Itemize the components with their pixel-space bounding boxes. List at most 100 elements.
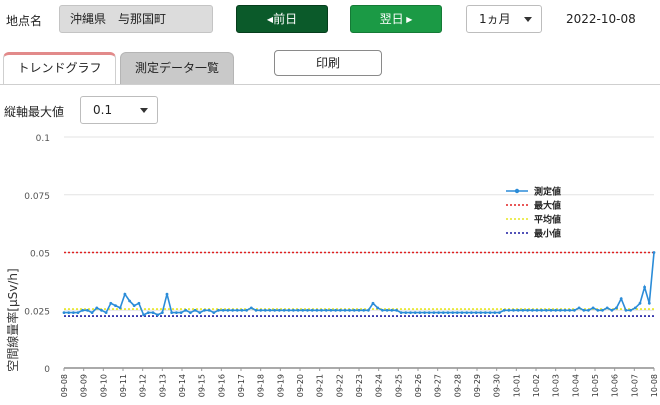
x-tick-label: 09-16 <box>217 374 226 397</box>
measured-point <box>301 308 305 312</box>
x-tick-label: 09-08 <box>60 374 69 397</box>
x-tick-label: 10-03 <box>552 374 561 397</box>
measured-point <box>165 292 169 296</box>
measured-point <box>484 311 487 314</box>
measured-point <box>409 311 412 314</box>
measured-point <box>100 308 103 312</box>
y-tick-label: 0 <box>44 365 50 375</box>
measured-point <box>221 308 225 312</box>
measured-point <box>132 304 136 307</box>
measured-point <box>352 308 356 312</box>
x-tick-label: 09-21 <box>316 374 325 397</box>
x-tick-label: 09-25 <box>394 374 403 397</box>
measured-point <box>558 308 562 312</box>
next-day-button[interactable]: 翌日 ▶ <box>350 5 442 33</box>
measured-point <box>137 301 141 305</box>
measured-point <box>395 308 398 312</box>
measured-point <box>446 311 450 314</box>
measured-point <box>460 311 464 314</box>
measured-point <box>259 308 263 312</box>
x-tick-label: 10-08 <box>650 374 659 397</box>
legend-label: 平均値 <box>534 214 561 226</box>
measured-point <box>184 308 188 312</box>
measured-series <box>62 251 656 317</box>
measured-point <box>465 311 469 314</box>
measured-point <box>263 308 267 312</box>
measured-point <box>114 304 117 307</box>
measured-point <box>334 308 337 312</box>
measured-point <box>67 311 71 314</box>
x-tick-label: 09-10 <box>99 374 108 397</box>
measured-point <box>90 311 94 314</box>
measured-point <box>76 311 80 314</box>
x-tick-label: 09-15 <box>198 374 207 397</box>
measured-point <box>633 306 637 310</box>
measured-point <box>526 308 529 312</box>
measured-point <box>493 311 497 314</box>
location-label: 地点名 <box>6 14 43 28</box>
measured-point <box>287 308 291 312</box>
measured-point <box>390 308 394 312</box>
y-max-select[interactable]: 0.1 <box>80 96 158 124</box>
legend-label: 最大値 <box>534 200 561 212</box>
prev-day-button[interactable]: ◀前日 <box>236 5 328 33</box>
measured-point <box>249 306 253 310</box>
tab-trend-graph[interactable]: トレンドグラフ <box>3 52 116 84</box>
measured-point <box>193 308 197 312</box>
chevron-down-icon <box>140 108 148 113</box>
measured-point <box>530 308 534 312</box>
x-tick-label: 09-11 <box>119 374 128 397</box>
x-tick-label: 09-20 <box>296 374 305 397</box>
measured-point <box>273 308 277 312</box>
measured-point <box>423 311 426 314</box>
measured-point <box>123 292 127 296</box>
x-tick-labels: 09-08 09-09 09-10 09-11 09-12 09-13 09-14 09-15… <box>60 368 659 397</box>
period-select[interactable]: 1ヵ月 <box>466 5 542 33</box>
y-axis-title: 空間線量率[μSv/h] <box>5 268 20 371</box>
measured-point <box>189 311 192 314</box>
x-tick-label: 10-01 <box>512 374 521 397</box>
measured-point <box>432 311 436 314</box>
measured-point <box>324 308 328 312</box>
measured-point <box>488 311 492 314</box>
y-max-value: 0.1 <box>93 103 113 117</box>
measured-point <box>156 313 160 317</box>
measured-point <box>278 308 281 312</box>
measured-point <box>226 308 230 312</box>
measured-point <box>544 308 548 312</box>
x-tick-label: 09-27 <box>434 374 443 397</box>
y-tick-label: 0.1 <box>36 134 50 144</box>
x-tick-label: 09-29 <box>473 374 482 397</box>
measured-point <box>282 308 286 312</box>
measured-point <box>577 306 581 310</box>
tab-bar-divider <box>0 84 660 85</box>
location-field: 沖縄県 与那国町 <box>59 5 213 33</box>
print-button[interactable]: 印刷 <box>274 50 382 76</box>
measured-point <box>615 306 618 310</box>
measured-point <box>146 311 150 314</box>
measured-point <box>240 308 244 312</box>
measured-point <box>235 308 239 312</box>
measured-point <box>179 311 183 314</box>
measured-point <box>587 308 590 312</box>
measured-point <box>72 311 75 314</box>
measured-point <box>437 311 440 314</box>
caret-right-icon: ▶ <box>403 15 413 24</box>
measured-point <box>563 308 567 312</box>
y-tick-label: 0.025 <box>24 307 50 317</box>
measured-point <box>451 311 455 314</box>
measured-point <box>109 301 113 305</box>
measured-point <box>629 308 632 312</box>
tab-data-list[interactable]: 測定データ一覧 <box>120 52 234 84</box>
x-tick-label: 09-22 <box>335 374 344 397</box>
measured-point <box>95 306 99 310</box>
measured-point <box>638 301 642 305</box>
measured-point <box>521 308 525 312</box>
measured-point <box>104 311 108 314</box>
legend-label: 最小値 <box>534 228 561 240</box>
measured-point <box>362 308 366 312</box>
measured-point <box>86 308 89 312</box>
measured-point <box>479 311 483 314</box>
measured-point <box>582 308 586 312</box>
measured-point <box>217 308 220 312</box>
